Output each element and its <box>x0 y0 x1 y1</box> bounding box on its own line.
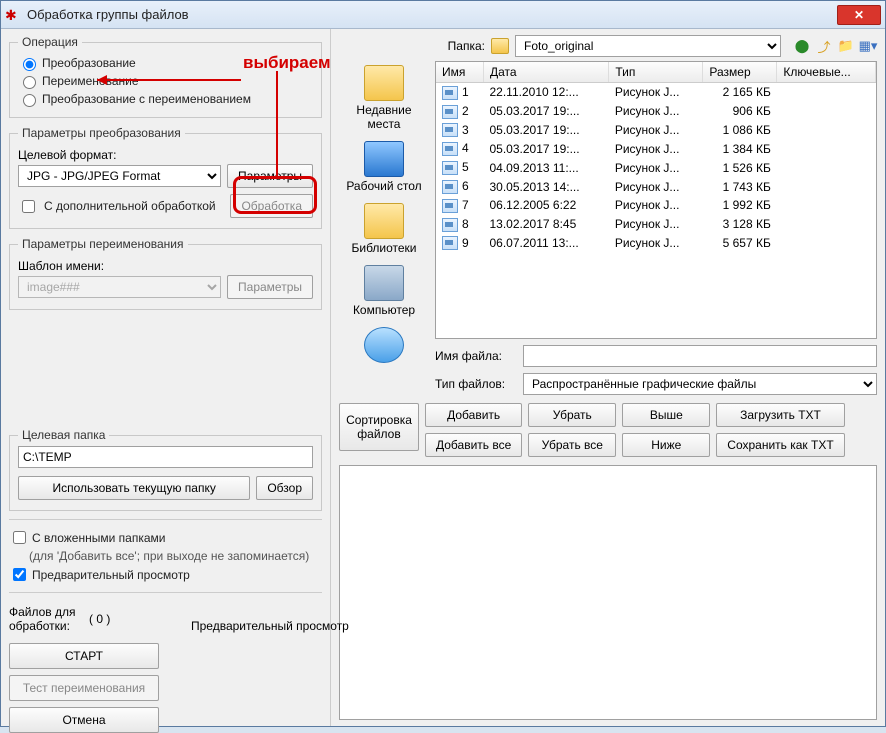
table-row[interactable]: 504.09.2013 11:...Рисунок J...1 526 КБ <box>436 158 876 177</box>
places-bar: Недавние места Рабочий стол Библиотеки К… <box>339 35 429 395</box>
template-select: image### <box>18 276 221 298</box>
views-icon[interactable]: ▦▾ <box>859 37 877 55</box>
image-file-icon <box>442 105 458 119</box>
down-button[interactable]: Ниже <box>622 433 710 457</box>
format-params-button[interactable]: Параметры <box>227 164 313 188</box>
add-button[interactable]: Добавить <box>425 403 522 427</box>
files-for-label: Файлов для обработки: <box>9 605 79 633</box>
preview-check-label: Предварительный просмотр <box>32 568 190 582</box>
right-panel: Недавние места Рабочий стол Библиотеки К… <box>331 29 885 726</box>
image-file-icon <box>442 142 458 156</box>
subfolders-check[interactable] <box>13 531 26 544</box>
filetype-label: Тип файлов: <box>435 377 515 391</box>
image-file-icon <box>442 236 458 250</box>
target-folder-group: Целевая папка Использовать текущую папку… <box>9 428 322 511</box>
col-keywords[interactable]: Ключевые... <box>777 62 876 83</box>
add-all-button[interactable]: Добавить все <box>425 433 522 457</box>
browse-button[interactable]: Обзор <box>256 476 313 500</box>
extra-processing-button: Обработка <box>230 194 313 218</box>
selected-files-list[interactable] <box>339 465 877 720</box>
up-icon[interactable]: ⤴ <box>815 37 833 55</box>
file-list[interactable]: Имя Дата Тип Размер Ключевые... 122.11.2… <box>435 61 877 339</box>
target-folder-legend: Целевая папка <box>18 428 109 442</box>
operation-group: Операция Преобразование Переименование П… <box>9 35 322 118</box>
rename-group: Параметры переименования Шаблон имени: i… <box>9 237 322 310</box>
table-row[interactable]: 813.02.2017 8:45Рисунок J...3 128 КБ <box>436 215 876 234</box>
col-date[interactable]: Дата <box>484 62 609 83</box>
image-file-icon <box>442 180 458 194</box>
app-icon: ✱ <box>5 7 21 23</box>
rename-legend: Параметры переименования <box>18 237 188 251</box>
transform-group: Параметры преобразования Целевой формат:… <box>9 126 322 229</box>
back-icon[interactable]: ⬤ <box>793 37 811 55</box>
image-file-icon <box>442 199 458 213</box>
target-folder-input[interactable] <box>18 446 313 468</box>
table-row[interactable]: 405.03.2017 19:...Рисунок J...1 384 КБ <box>436 139 876 158</box>
radio-rename[interactable] <box>23 76 36 89</box>
file-browser: Папка: Foto_original ⬤ ⤴ 📁 ▦▾ <box>435 35 877 395</box>
place-computer-label: Компьютер <box>344 303 424 317</box>
folder-label: Папка: <box>435 39 485 53</box>
place-recent-label: Недавние места <box>344 103 424 131</box>
remove-all-button[interactable]: Убрать все <box>528 433 616 457</box>
files-count: ( 0 ) <box>89 612 110 626</box>
table-row[interactable]: 906.07.2011 13:...Рисунок J...5 657 КБ <box>436 234 876 253</box>
col-size[interactable]: Размер <box>703 62 777 83</box>
load-txt-button[interactable]: Загрузить TXT <box>716 403 844 427</box>
radio-transform-label: Преобразование <box>42 56 136 70</box>
rename-params-button: Параметры <box>227 275 313 299</box>
transform-legend: Параметры преобразования <box>18 126 185 140</box>
place-desktop[interactable]: Рабочий стол <box>344 141 424 193</box>
table-row[interactable]: 630.05.2013 14:...Рисунок J...1 743 КБ <box>436 177 876 196</box>
sort-button[interactable]: Сортировка файлов <box>339 403 419 451</box>
radio-transform[interactable] <box>23 58 36 71</box>
titlebar: ✱ Обработка группы файлов ✕ <box>1 1 885 29</box>
place-recent[interactable]: Недавние места <box>344 65 424 131</box>
filename-input[interactable] <box>523 345 877 367</box>
table-row[interactable]: 122.11.2010 12:...Рисунок J...2 165 КБ <box>436 83 876 102</box>
cancel-button[interactable]: Отмена <box>9 707 159 733</box>
batch-dialog: ✱ Обработка группы файлов ✕ Операция Пре… <box>0 0 886 727</box>
image-file-icon <box>442 86 458 100</box>
remove-button[interactable]: Убрать <box>528 403 616 427</box>
table-row[interactable]: 305.03.2017 19:...Рисунок J...1 086 КБ <box>436 121 876 140</box>
col-type[interactable]: Тип <box>609 62 703 83</box>
preview-check[interactable] <box>13 568 26 581</box>
radio-both-label: Преобразование с переименованием <box>42 92 251 106</box>
save-txt-button[interactable]: Сохранить как TXT <box>716 433 844 457</box>
folder-select[interactable]: Foto_original <box>515 35 781 57</box>
newfolder-icon[interactable]: 📁 <box>837 37 855 55</box>
operation-legend: Операция <box>18 35 82 49</box>
use-current-folder-button[interactable]: Использовать текущую папку <box>18 476 250 500</box>
folder-icon <box>491 38 509 54</box>
radio-rename-label: Переименование <box>42 74 139 88</box>
col-name[interactable]: Имя <box>436 62 484 83</box>
filetype-select[interactable]: Распространённые графические файлы <box>523 373 877 395</box>
place-libraries[interactable]: Библиотеки <box>344 203 424 255</box>
test-rename-button: Тест переименования <box>9 675 159 701</box>
preview-pane-label: Предварительный просмотр <box>191 619 349 633</box>
start-button[interactable]: СТАРТ <box>9 643 159 669</box>
image-file-icon <box>442 218 458 232</box>
place-network[interactable] <box>344 327 424 365</box>
table-row[interactable]: 706.12.2005 6:22Рисунок J...1 992 КБ <box>436 196 876 215</box>
close-button[interactable]: ✕ <box>837 5 881 25</box>
filename-label: Имя файла: <box>435 349 515 363</box>
image-file-icon <box>442 161 458 175</box>
subfolders-label: С вложенными папками <box>32 531 165 545</box>
window-title: Обработка группы файлов <box>27 7 837 22</box>
image-file-icon <box>442 123 458 137</box>
subfolders-hint: (для 'Добавить все'; при выходе не запом… <box>29 549 322 563</box>
radio-both[interactable] <box>23 94 36 107</box>
extra-processing-check[interactable] <box>22 200 35 213</box>
table-row[interactable]: 205.03.2017 19:...Рисунок J...906 КБ <box>436 102 876 121</box>
extra-processing-label: С дополнительной обработкой <box>44 199 224 213</box>
format-select[interactable]: JPG - JPG/JPEG Format <box>18 165 221 187</box>
template-label: Шаблон имени: <box>18 259 313 273</box>
place-desktop-label: Рабочий стол <box>344 179 424 193</box>
place-computer[interactable]: Компьютер <box>344 265 424 317</box>
up-button[interactable]: Выше <box>622 403 710 427</box>
place-libraries-label: Библиотеки <box>344 241 424 255</box>
target-format-label: Целевой формат: <box>18 148 313 162</box>
